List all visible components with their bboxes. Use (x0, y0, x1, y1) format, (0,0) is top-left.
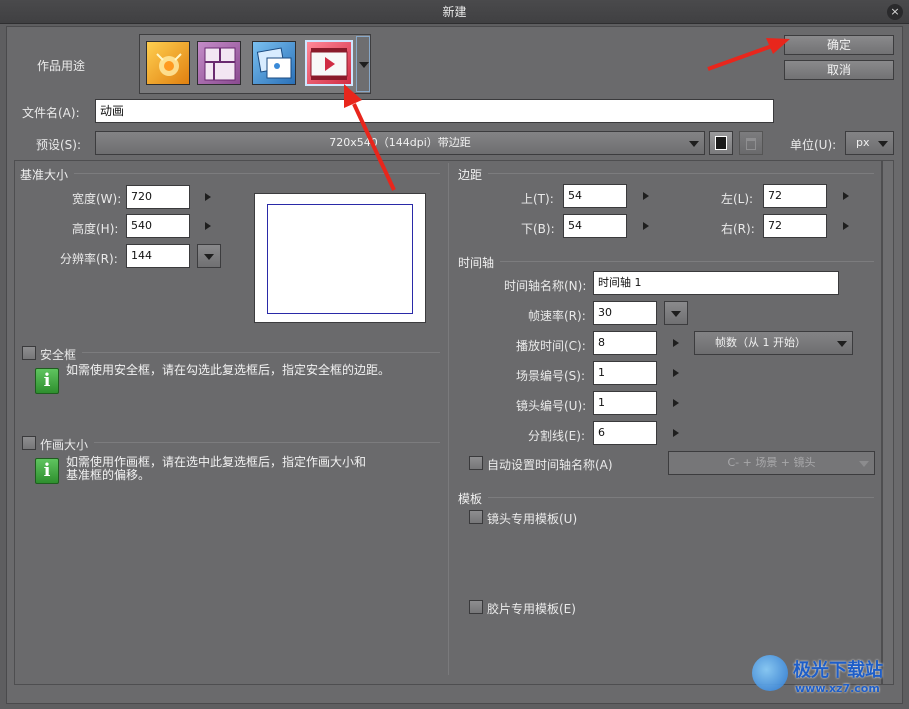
annotation-arrows (344, 38, 790, 191)
watermark-logo-icon (752, 655, 788, 691)
watermark-url: www.xz7.com (795, 682, 880, 695)
watermark-text: 极光下载站 (793, 660, 883, 681)
annotation-arrow-animation (344, 84, 396, 191)
annotation-arrow-ok (707, 38, 790, 71)
